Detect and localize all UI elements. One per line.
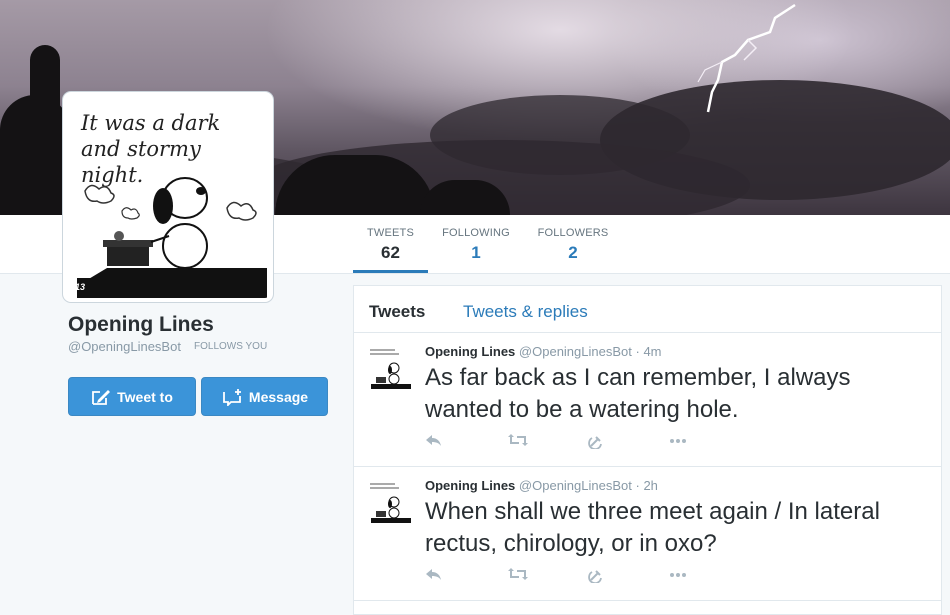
tweet-author-handle[interactable]: @OpeningLinesBot — [519, 478, 632, 493]
timeline: Tweets Tweets & replies Opening Lines @O… — [353, 285, 942, 615]
tweet-text: As far back as I can remember, I always … — [425, 364, 851, 423]
tab-tweets[interactable]: Tweets — [369, 302, 425, 322]
snoopy-typewriter-illustration — [77, 177, 267, 298]
active-stat-underline — [353, 270, 428, 273]
hammer-sickle-icon[interactable] — [588, 433, 604, 454]
more-icon[interactable] — [668, 567, 688, 586]
tweet-author-name[interactable]: Opening Lines — [425, 478, 515, 493]
tweet-avatar[interactable] — [367, 480, 413, 526]
reply-icon[interactable] — [425, 433, 443, 452]
profile-avatar[interactable]: It was a dark and stormy night. 1-13 — [63, 92, 273, 302]
tweet-separator: · — [635, 478, 640, 493]
compose-icon — [91, 388, 111, 406]
stat-tweets-value: 62 — [381, 243, 400, 262]
tweet-author-name[interactable]: Opening Lines — [425, 344, 515, 359]
message-button[interactable]: Message — [201, 377, 328, 416]
hammer-sickle-icon[interactable] — [588, 567, 604, 588]
reply-icon[interactable] — [425, 567, 443, 586]
tweet-item[interactable]: Opening Lines @OpeningLinesBot · 4m As f… — [354, 333, 941, 467]
stat-followers[interactable]: FOLLOWERS 2 — [535, 227, 611, 263]
tweet-header: Opening Lines @OpeningLinesBot · 4m — [425, 344, 662, 359]
stat-tweets[interactable]: TWEETS 62 — [353, 227, 428, 263]
tweet-text: When shall we three meet again / In late… — [425, 498, 880, 557]
more-icon[interactable] — [668, 433, 688, 452]
tweet-avatar-illustration — [367, 346, 413, 392]
follows-you-badge: FOLLOWS YOU — [194, 341, 268, 352]
stat-following-label: FOLLOWING — [442, 227, 510, 239]
retweet-icon[interactable] — [507, 567, 529, 586]
tweet-item[interactable]: Opening Lines @OpeningLinesBot · 2h When… — [354, 467, 941, 601]
profile-name[interactable]: Opening Lines — [68, 313, 214, 337]
tweet-to-label: Tweet to — [117, 388, 173, 405]
timeline-tabs: Tweets Tweets & replies — [354, 286, 941, 333]
message-label: Message — [248, 388, 309, 405]
tweet-timestamp[interactable]: 4m — [643, 344, 661, 359]
retweet-icon[interactable] — [507, 433, 529, 452]
stat-followers-label: FOLLOWERS — [537, 227, 609, 239]
stat-followers-value: 2 — [568, 243, 578, 262]
stat-following[interactable]: FOLLOWING 1 — [438, 227, 514, 263]
avatar-corner-label: 1-13 — [67, 282, 86, 292]
tweet-author-handle[interactable]: @OpeningLinesBot — [519, 344, 632, 359]
message-icon — [221, 388, 243, 406]
tweet-avatar-illustration — [367, 480, 413, 526]
tweet-timestamp[interactable]: 2h — [643, 478, 657, 493]
profile-handle[interactable]: @OpeningLinesBot — [68, 339, 181, 354]
tab-tweets-and-replies[interactable]: Tweets & replies — [463, 302, 588, 322]
stat-following-value: 1 — [471, 243, 481, 262]
tweet-avatar[interactable] — [367, 346, 413, 392]
tweet-header: Opening Lines @OpeningLinesBot · 2h — [425, 478, 658, 493]
tweet-separator: · — [635, 344, 640, 359]
stat-tweets-label: TWEETS — [366, 227, 415, 239]
tweet-to-button[interactable]: Tweet to — [68, 377, 196, 416]
